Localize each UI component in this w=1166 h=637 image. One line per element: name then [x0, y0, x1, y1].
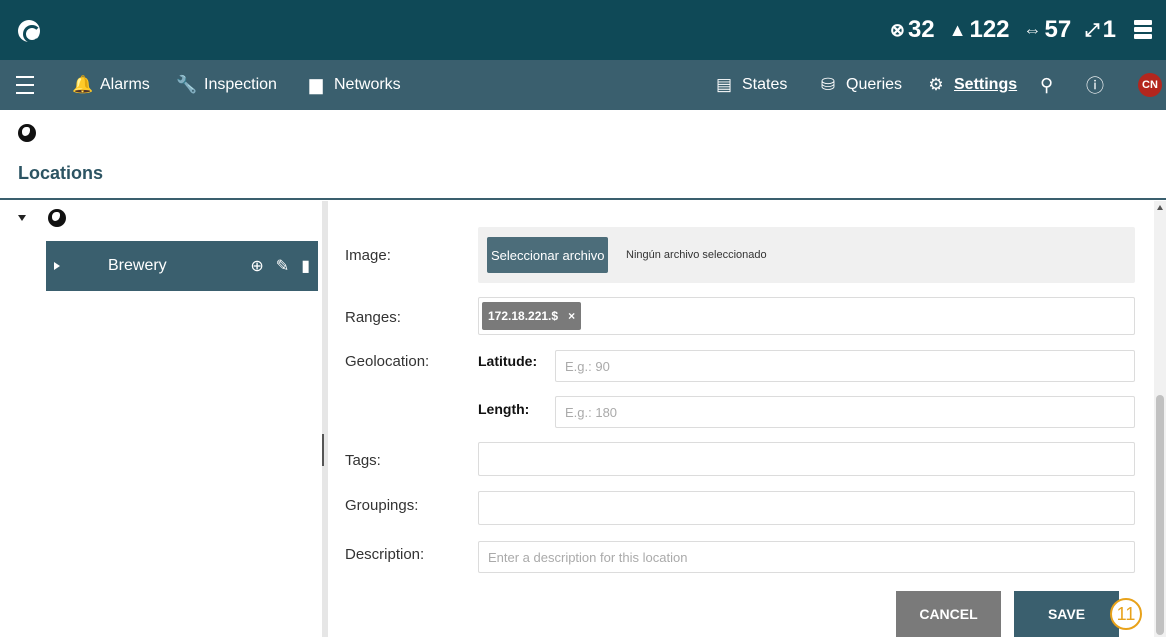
database-search-icon: ⛁	[820, 75, 836, 94]
edit-icon[interactable]: ✎	[276, 256, 289, 276]
nav-states[interactable]: ▤ States	[714, 60, 787, 110]
geolocation-label: Geolocation:	[345, 353, 430, 370]
page-title: Locations	[18, 163, 104, 183]
length-label: Length:	[478, 401, 530, 417]
nav-networks[interactable]: ▆ Networks	[306, 60, 401, 110]
nav-queries[interactable]: ⛁ Queries	[818, 60, 902, 110]
tags-input[interactable]	[478, 442, 1135, 476]
server-icon[interactable]	[1134, 20, 1152, 42]
wrench-icon: 🔧	[176, 75, 198, 94]
help-icon[interactable]: ⓘ	[1086, 60, 1104, 110]
tags-label: Tags:	[345, 452, 381, 469]
page-header: Locations	[0, 110, 1166, 200]
description-input[interactable]: Enter a description for this location	[478, 541, 1135, 573]
status-counters: ⊗ 32 ▲ 122 ⇔ 57 ⤢ 1	[890, 16, 1116, 44]
scrollbar-thumb[interactable]	[1156, 395, 1164, 635]
warning-counter[interactable]: ▲ 122	[949, 16, 1010, 44]
range-chip-label: 172.18.221.$	[488, 309, 559, 323]
cancel-button[interactable]: CANCEL	[896, 591, 1001, 637]
main-nav: 🔔 Alarms 🔧 Inspection ▆ Networks ▤ State…	[0, 60, 1166, 110]
length-placeholder: E.g.: 180	[565, 404, 618, 420]
location-form: Image: Seleccionar archivo Ningún archiv…	[328, 201, 1154, 637]
caret-down-icon[interactable]	[18, 215, 26, 221]
error-count: 32	[907, 16, 935, 43]
nav-alarms[interactable]: 🔔 Alarms	[72, 60, 150, 110]
globe-icon	[18, 124, 36, 142]
tree-node-brewery[interactable]: Brewery ⊕ ✎ ▮	[46, 241, 318, 291]
tree-node-label: Brewery	[108, 257, 167, 274]
location-tree: Brewery ⊕ ✎ ▮	[0, 201, 322, 637]
image-file-picker: Seleccionar archivo Ningún archivo selec…	[478, 227, 1135, 283]
monitor-icon: ▆	[309, 75, 323, 94]
search-icon[interactable]: ⚲	[1040, 60, 1053, 110]
length-input[interactable]: E.g.: 180	[555, 396, 1135, 428]
nav-settings-label: Settings	[954, 76, 1018, 93]
menu-icon[interactable]	[16, 60, 38, 110]
link-count: 57	[1044, 16, 1072, 43]
nav-inspection-label: Inspection	[204, 76, 277, 93]
range-chip: 172.18.221.$ ×	[482, 302, 582, 330]
file-status: Ningún archivo seleccionado	[626, 249, 767, 261]
link-counter[interactable]: ⇔ 57	[1024, 16, 1072, 44]
globe-icon	[48, 209, 66, 227]
warning-icon: ▲	[948, 19, 967, 40]
description-label: Description:	[345, 546, 425, 563]
close-icon[interactable]: ×	[568, 309, 575, 323]
image-label: Image:	[345, 247, 391, 264]
broken-link-counter[interactable]: ⤢ 1	[1085, 16, 1116, 44]
nav-settings[interactable]: ⚙ Settings	[926, 60, 1017, 110]
delete-icon[interactable]: ▮	[301, 256, 310, 276]
node-actions: ⊕ ✎ ▮	[250, 256, 310, 276]
scroll-up-arrow-icon[interactable]	[1157, 205, 1163, 210]
caret-right-icon[interactable]	[54, 262, 60, 270]
bell-icon: 🔔	[72, 75, 94, 94]
step-marker-badge: 11	[1110, 598, 1142, 630]
save-button[interactable]: SAVE	[1014, 591, 1119, 637]
gear-icon: ⚙	[928, 75, 944, 94]
groupings-label: Groupings:	[345, 497, 419, 514]
link-icon: ⇔	[1023, 19, 1042, 40]
avatar[interactable]: CN	[1138, 73, 1162, 97]
ranges-input[interactable]: 172.18.221.$ ×	[478, 297, 1135, 335]
add-circle-icon[interactable]: ⊕	[250, 256, 263, 276]
nav-queries-label: Queries	[846, 76, 903, 93]
description-placeholder: Enter a description for this location	[488, 549, 688, 565]
broken-link-icon: ⤢	[1085, 19, 1100, 40]
latitude-label: Latitude:	[478, 353, 538, 369]
warning-count: 122	[969, 16, 1010, 43]
choose-file-button[interactable]: Seleccionar archivo	[487, 237, 609, 273]
error-counter[interactable]: ⊗ 32	[890, 16, 935, 44]
error-circle-icon: ⊗	[889, 19, 905, 40]
nav-states-label: States	[742, 76, 788, 93]
app-logo-icon[interactable]	[18, 20, 41, 43]
latitude-input[interactable]: E.g.: 90	[555, 350, 1135, 382]
nav-inspection[interactable]: 🔧 Inspection	[176, 60, 277, 110]
ranges-label: Ranges:	[345, 309, 401, 326]
latitude-placeholder: E.g.: 90	[565, 358, 610, 374]
groupings-input[interactable]	[478, 491, 1135, 525]
nav-alarms-label: Alarms	[100, 76, 150, 93]
nav-networks-label: Networks	[334, 76, 401, 93]
top-bar: ⊗ 32 ▲ 122 ⇔ 57 ⤢ 1	[0, 0, 1166, 60]
broken-link-count: 1	[1102, 16, 1116, 43]
tree-root[interactable]	[18, 209, 66, 227]
screen-icon: ▤	[715, 75, 733, 94]
